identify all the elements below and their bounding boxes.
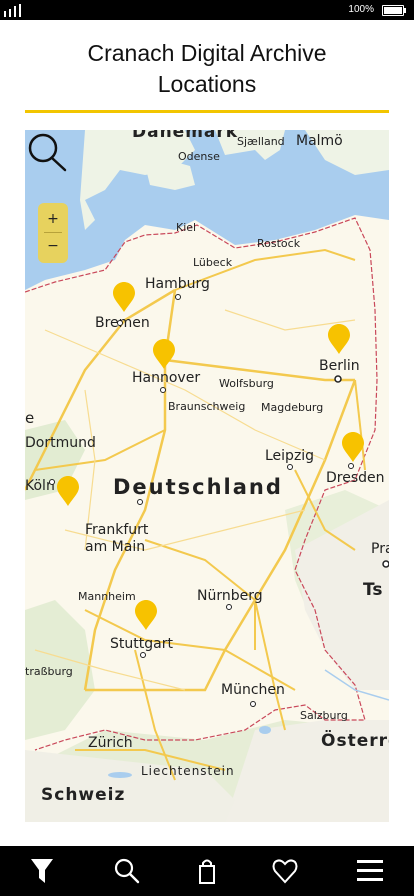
page-title-line2: Locations: [157, 71, 257, 97]
battery-percentage: 100%: [348, 4, 374, 15]
map-label-nurnberg: Nürnberg: [197, 588, 263, 604]
map-label-lubeck: Lübeck: [193, 256, 233, 269]
map-label-hannover: Hannover: [132, 370, 201, 386]
map-label-bremen: Bremen: [95, 315, 150, 331]
map-label-mannheim: Mannheim: [78, 590, 136, 603]
map-label-e: e: [25, 409, 35, 427]
map-view[interactable]: Danemark Sjælland Malmö Odense Kiel Rost…: [25, 130, 389, 822]
map-label-leipzig: Leipzig: [265, 448, 315, 464]
page-title: Cranach Digital Archive Locations: [0, 38, 414, 100]
map-label-odense: Odense: [178, 150, 220, 163]
map-label-osterreich: Österre: [321, 731, 389, 751]
map-label-deutschland: Deutschland: [113, 475, 283, 499]
map-label-stuttgart: Stuttgart: [110, 636, 173, 652]
nav-bag[interactable]: [181, 846, 231, 896]
bag-icon: [199, 859, 215, 884]
page-title-line1: Cranach Digital Archive: [87, 40, 327, 66]
map-label-danemark: Danemark: [132, 130, 239, 142]
location-pin-dresden[interactable]: [342, 432, 364, 462]
nav-favorites[interactable]: [259, 846, 309, 896]
map-label-wolfsburg: Wolfsburg: [219, 377, 274, 390]
filter-icon: [31, 859, 53, 883]
map-label-strassburg: traßburg: [25, 665, 73, 678]
map-label-pra: Pra: [371, 541, 389, 557]
map-label-magdeburg: Magdeburg: [261, 401, 324, 414]
map-label-malmo: Malmö: [296, 133, 343, 149]
location-pin-berlin[interactable]: [328, 324, 350, 354]
signal-icon: [4, 4, 21, 17]
map-label-frankfurt: Frankfurt: [85, 522, 149, 538]
bottom-navigation: [0, 846, 414, 896]
zoom-out-button[interactable]: −: [38, 233, 68, 259]
map-label-liechtenstein: Liechtenstein: [141, 764, 235, 778]
map-label-ts: Ts: [363, 580, 383, 600]
nav-menu[interactable]: [344, 846, 394, 896]
status-bar: 100%: [0, 0, 414, 20]
zoom-control: + −: [38, 203, 68, 263]
map-label-schweiz: Schweiz: [41, 785, 126, 805]
map-label-berlin: Berlin: [319, 358, 360, 374]
map-label-koln: Köln: [25, 478, 55, 494]
map-label-hamburg: Hamburg: [145, 276, 210, 292]
location-pin-stuttgart[interactable]: [135, 600, 157, 630]
nav-search[interactable]: [101, 846, 151, 896]
title-divider: [25, 110, 389, 113]
search-icon: [114, 858, 140, 884]
map-label-munchen: München: [221, 682, 285, 698]
map-label-sjaelland: Sjælland: [237, 135, 285, 148]
map-label-kiel: Kiel: [176, 221, 197, 234]
map-label-am-main: am Main: [85, 539, 146, 555]
nav-filter[interactable]: [17, 846, 67, 896]
map-search-icon[interactable]: [25, 130, 69, 174]
location-pin-koln[interactable]: [57, 476, 79, 506]
map-label-salzburg: Salzburg: [300, 709, 348, 722]
location-pin-bremen[interactable]: [113, 282, 135, 312]
zoom-in-button[interactable]: +: [38, 206, 68, 232]
battery-icon: [382, 5, 406, 16]
map-label-dresden: Dresden: [326, 470, 385, 486]
heart-icon: [272, 859, 298, 884]
location-pin-hannover[interactable]: [153, 339, 175, 369]
map-label-zurich: Zürich: [88, 735, 133, 751]
menu-icon: [357, 860, 383, 881]
map-label-braunschweig: Braunschweig: [168, 400, 246, 413]
map-label-rostock: Rostock: [257, 237, 301, 250]
map-label-dortmund: Dortmund: [25, 435, 96, 451]
